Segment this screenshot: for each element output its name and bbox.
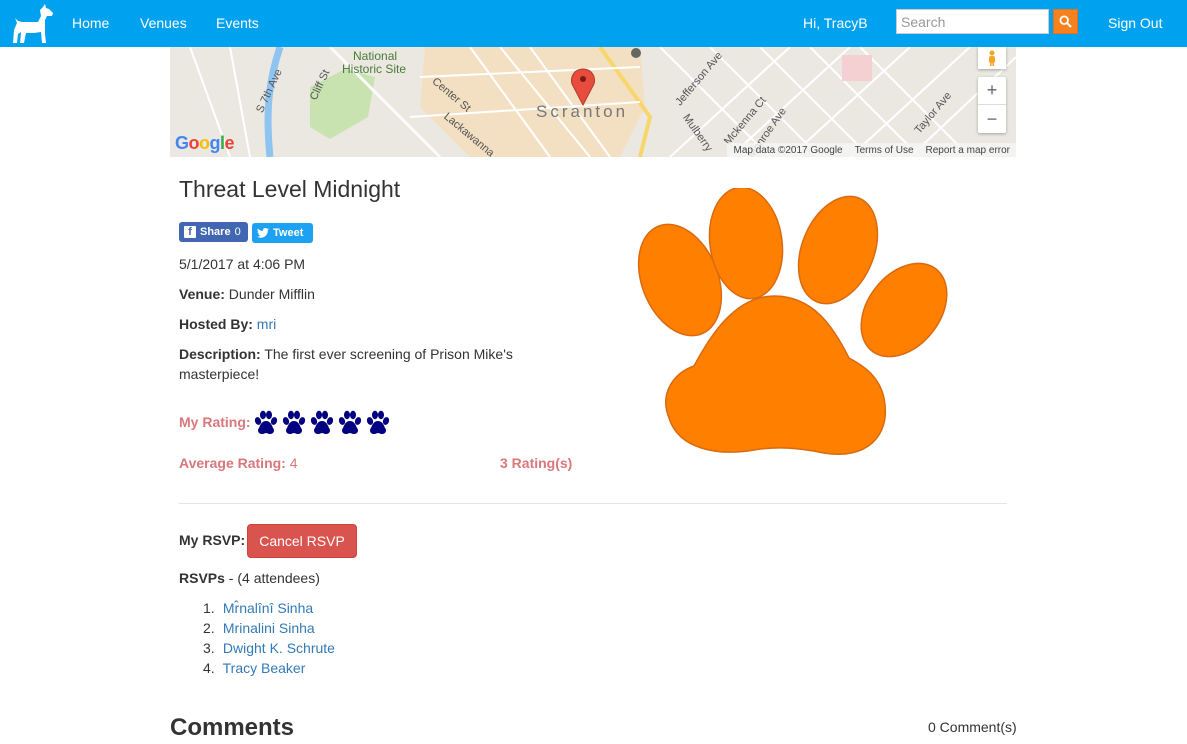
- host-link[interactable]: mri: [257, 316, 276, 332]
- attendee-count: - (4 attendees): [224, 570, 320, 586]
- list-number: 1.: [203, 600, 215, 616]
- zoom-control: + −: [978, 77, 1006, 133]
- comments-heading: Comments: [170, 714, 295, 741]
- list-item: 2. Mrinalini Sinha: [203, 618, 335, 638]
- event-venue: Venue: Dunder Mifflin: [179, 286, 315, 302]
- tweet-label: Tweet: [273, 227, 304, 239]
- facebook-icon: f: [184, 226, 196, 238]
- attendee-list: 1. Mr̂nalînî Sinha 2. Mrinalini Sinha 3.…: [203, 598, 335, 678]
- description-label: Description:: [179, 346, 261, 362]
- list-item: 3. Dwight K. Schrute: [203, 638, 335, 658]
- nav-venues-link[interactable]: Venues: [140, 15, 187, 31]
- twitter-icon: [257, 228, 269, 238]
- attendee-link[interactable]: Dwight K. Schrute: [223, 640, 335, 656]
- section-divider: [179, 503, 1007, 504]
- map-report-link[interactable]: Report a map error: [926, 145, 1010, 156]
- top-navbar: Home Venues Events Hi, TracyB Sign Out: [0, 0, 1187, 47]
- list-number: 4.: [203, 660, 215, 676]
- search-icon: [1059, 15, 1072, 28]
- venue-label: Venue:: [179, 286, 225, 302]
- rating-paw-icon[interactable]: [253, 410, 279, 436]
- rating-paw-icon[interactable]: [309, 410, 335, 436]
- dog-icon[interactable]: [12, 4, 54, 44]
- map-attribution-bar: Map data ©2017 Google Terms of Use Repor…: [727, 143, 1016, 157]
- rating-paw-icon[interactable]: [281, 410, 307, 436]
- rating-paw-icon[interactable]: [337, 410, 363, 436]
- comments-count: 0 Comment(s): [928, 719, 1017, 735]
- user-greeting[interactable]: Hi, TracyB: [803, 15, 868, 31]
- my-rating-label: My Rating:: [179, 414, 251, 430]
- map-terms-link[interactable]: Terms of Use: [855, 145, 914, 156]
- nav-home-link[interactable]: Home: [72, 15, 109, 31]
- host-label: Hosted By:: [179, 316, 253, 332]
- nav-signout-link[interactable]: Sign Out: [1108, 15, 1162, 31]
- list-number: 3.: [203, 640, 215, 656]
- event-datetime: 5/1/2017 at 4:06 PM: [179, 256, 306, 272]
- my-rating-paws: [253, 410, 391, 436]
- zoom-in-button[interactable]: +: [978, 77, 1006, 105]
- rsvps-label: RSVPs: [179, 570, 225, 586]
- attendee-link[interactable]: Mr̂nalînî Sinha: [223, 600, 313, 616]
- list-number: 2.: [203, 620, 215, 636]
- attendee-link[interactable]: Tracy Beaker: [223, 660, 306, 676]
- share-label: Share: [200, 226, 231, 238]
- venue-value: Dunder Mifflin: [228, 286, 315, 302]
- event-host: Hosted By: mri: [179, 316, 276, 332]
- google-logo[interactable]: Google: [175, 133, 235, 154]
- pegman-icon[interactable]: [978, 47, 1006, 69]
- search-input[interactable]: [896, 9, 1049, 34]
- tweet-button[interactable]: Tweet: [252, 223, 313, 243]
- cancel-rsvp-button[interactable]: Cancel RSVP: [247, 524, 357, 558]
- average-rating-value: 4: [289, 455, 298, 471]
- map-label-city: Scranton: [536, 102, 629, 121]
- my-rsvp-label: My RSVP:: [179, 532, 246, 548]
- list-item: 4. Tracy Beaker: [203, 658, 335, 678]
- map-label-historic2: Historic Site: [342, 62, 407, 76]
- nav-events-link[interactable]: Events: [216, 15, 259, 31]
- search-button[interactable]: [1053, 9, 1078, 34]
- ratings-count: 3 Rating(s): [500, 455, 573, 471]
- attendee-link[interactable]: Mrinalini Sinha: [223, 620, 315, 636]
- map-label-historic: National: [353, 49, 398, 63]
- event-map[interactable]: National Historic Site Scranton S 7th Av…: [170, 47, 1016, 157]
- event-title: Threat Level Midnight: [179, 176, 401, 202]
- share-count: 0: [234, 226, 241, 238]
- rsvps-summary: RSVPs - (4 attendees): [179, 570, 320, 586]
- map-attribution: Map data ©2017 Google: [733, 144, 843, 156]
- rating-paw-icon[interactable]: [365, 410, 391, 436]
- average-rating: Average Rating: 4: [179, 455, 298, 471]
- average-rating-label: Average Rating:: [179, 455, 286, 471]
- list-item: 1. Mr̂nalînî Sinha: [203, 598, 335, 618]
- zoom-out-button[interactable]: −: [978, 105, 1006, 133]
- event-description: Description: The first ever screening of…: [179, 344, 559, 384]
- facebook-share-button[interactable]: f Share 0: [179, 222, 248, 242]
- paw-print-image: [637, 188, 948, 455]
